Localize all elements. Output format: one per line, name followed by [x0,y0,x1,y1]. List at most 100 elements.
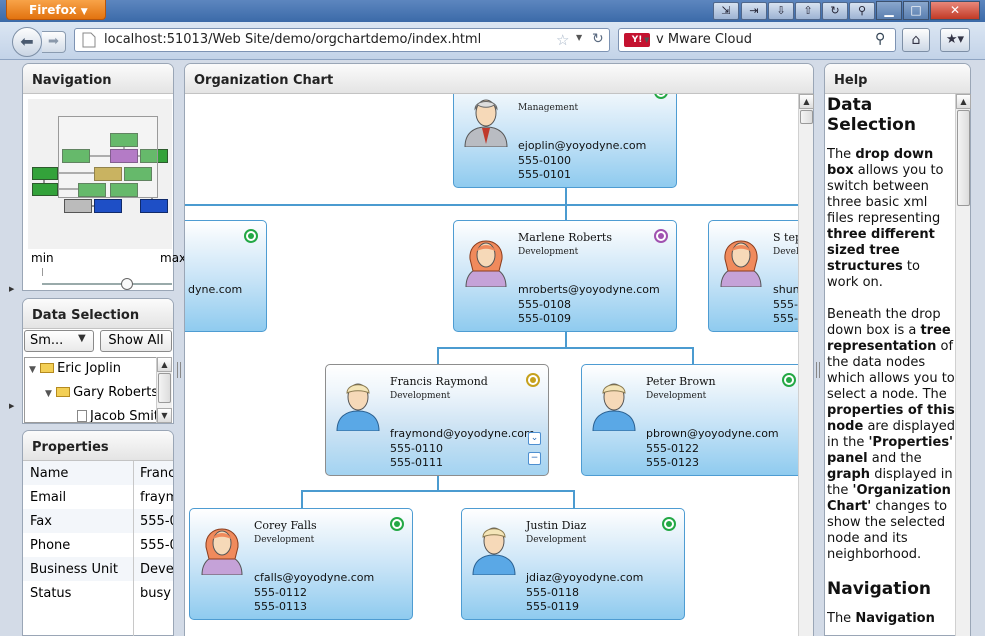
status-away-icon [654,229,668,243]
org-node-peter-brown[interactable]: Peter Brown Development pbrown@yoyodyne.… [581,364,798,476]
male-avatar-icon [336,383,380,431]
tree-scrollbar[interactable]: ▲ ▼ [156,357,172,423]
bookmark-star-icon[interactable]: ☆ [556,31,569,49]
addon-icon-1[interactable]: ⇲ [713,2,739,20]
org-chart-scrollbar[interactable]: ▲ [798,94,814,636]
chevron-down-icon[interactable]: ▼ [78,333,86,344]
property-row: Phone 555-0 [23,533,173,557]
tree-item[interactable]: Jacob Smit [77,409,159,422]
zoom-min-label: min [31,251,54,265]
data-tree[interactable]: ▼ Eric Joplin ▼ Gary Roberts Jacob Smit [24,357,172,423]
home-button[interactable]: ⌂ [902,28,930,52]
firefox-menu-label: Firefox [29,3,77,17]
scroll-up-icon[interactable]: ▲ [799,94,814,109]
back-arrow-icon: ⬅ [20,32,34,51]
chevron-down-icon[interactable]: ⌄ [528,432,541,445]
connector-line [692,347,694,364]
forward-button[interactable]: ➡ [42,31,66,53]
node-business-unit: Development [646,391,707,401]
connector-line [565,332,567,348]
url-text[interactable]: localhost:51013/Web Site/demo/orgchartde… [104,32,481,47]
close-button[interactable]: ✕ [930,1,980,20]
collapse-icon[interactable]: − [528,452,541,465]
scroll-down-icon[interactable]: ▼ [157,408,172,423]
node-business-unit: Development [254,535,315,545]
org-chart-canvas[interactable]: Management ejoplin@yoyodyne.com 555-0100… [185,94,798,636]
splitter-handle[interactable] [177,362,181,378]
node-business-unit: Development [390,391,451,401]
data-selection-panel-title: Data Selection [23,299,173,329]
node-email: mroberts@yoyodyne.com [518,283,660,296]
minimize-button[interactable]: ▁ [876,1,902,20]
splitter-handle[interactable] [816,362,820,378]
org-node-marlene-roberts[interactable]: Marlene Roberts Development mroberts@yoy… [453,220,677,332]
addon-icon-6[interactable]: ⚲ [849,2,875,20]
connector-line [573,490,575,508]
male-avatar-icon [464,99,508,147]
help-text-run: and the [867,451,922,466]
tree-item[interactable]: ▼ Gary Roberts [45,385,158,400]
show-all-button[interactable]: Show All [100,330,172,352]
node-fax: 555-0123 [646,456,699,469]
help-text-run: graph [827,467,871,482]
scroll-up-icon[interactable]: ▲ [956,94,971,109]
org-node-left[interactable]: dyne.com [185,220,267,332]
node-name: Francis Raymond [390,375,488,388]
org-node-corey-falls[interactable]: Corey Falls Development cfalls@yoyodyne.… [189,508,413,620]
overview-viewport[interactable] [58,116,158,198]
help-scrollbar[interactable]: ▲ [955,94,971,636]
addon-icon-2[interactable]: ⇥ [741,2,767,20]
org-node-eric-joplin[interactable]: Management ejoplin@yoyodyne.com 555-0100… [453,94,677,188]
search-input[interactable]: v Mware Cloud [656,32,752,47]
status-available-icon [782,373,796,387]
help-paragraph: Beneath the drop down box is a tree repr… [827,307,955,563]
org-node-francis-raymond[interactable]: Francis Raymond Development fraymond@yoy… [325,364,549,476]
dataset-combo-value: Sm... [30,333,64,348]
addon-icon-5[interactable]: ↻ [822,2,848,20]
help-panel-title: Help [825,64,970,94]
property-key: Email [30,490,67,505]
node-phone: 555-0108 [518,298,571,311]
back-button[interactable]: ⬅ [12,27,42,57]
property-value: busy [140,586,171,601]
status-available-icon [244,229,258,243]
zoom-slider-thumb[interactable] [120,278,133,290]
expand-arrow-icon[interactable]: ▼ [29,365,36,375]
collapse-arrow-icon[interactable]: ▶ [9,285,14,293]
addon-icon-4[interactable]: ⇧ [795,2,821,20]
property-row: Status busy [23,581,173,605]
scrollbar-thumb[interactable] [158,373,171,403]
node-name: Marlene Roberts [518,231,612,244]
female-avatar-icon [720,240,762,287]
firefox-menu-button[interactable]: Firefox ▼ [6,0,106,20]
tree-item[interactable]: ▼ Eric Joplin [29,361,121,376]
bookmarks-button[interactable]: ★▾ [940,28,970,52]
scrollbar-thumb[interactable] [800,110,813,124]
property-value: Franc [140,466,173,481]
org-node-stephen[interactable]: S teph Devel shun 555-0 555-0 [708,220,798,332]
url-dropdown-icon[interactable]: ▼ [576,33,582,42]
node-fax: 555-0 [773,312,798,325]
scroll-up-icon[interactable]: ▲ [157,357,172,372]
expand-arrow-icon[interactable]: ▼ [45,389,52,399]
zoom-slider[interactable] [42,283,172,285]
help-text-run: The [827,611,856,626]
help-heading: Navigation [827,579,931,599]
page-icon [82,32,96,48]
collapse-arrow-icon[interactable]: ▶ [9,402,14,410]
reload-icon[interactable]: ↻ [592,31,604,47]
search-engine-dropdown-icon[interactable]: ▼ [644,36,649,44]
node-fax: 555-0111 [390,456,443,469]
addon-icon-3[interactable]: ⇩ [768,2,794,20]
property-column-divider[interactable] [133,461,134,636]
org-node-justin-diaz[interactable]: Justin Diaz Development jdiaz@yoyodyne.c… [461,508,685,620]
search-icon[interactable]: ⚲ [875,31,885,47]
node-fax: 555-0101 [518,168,571,181]
node-name: Peter Brown [646,375,716,388]
scrollbar-thumb[interactable] [957,110,970,206]
maximize-button[interactable]: □ [903,1,929,20]
property-key: Phone [30,538,71,553]
help-text-run: Navigation [855,611,935,626]
node-email: pbrown@yoyodyne.com [646,427,779,440]
tree-item-label: Eric Joplin [57,361,122,376]
